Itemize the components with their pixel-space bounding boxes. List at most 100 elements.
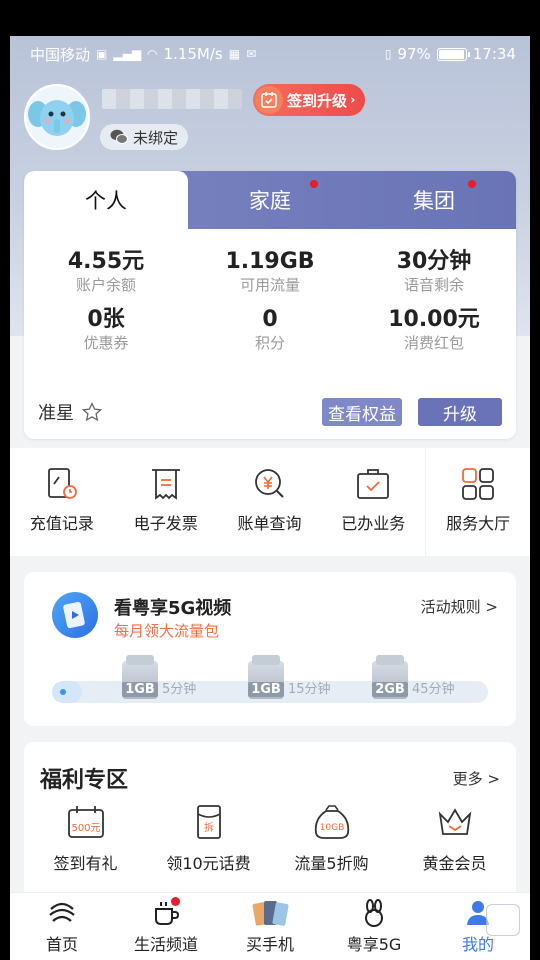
- chevron-right-icon: ›: [350, 92, 356, 108]
- battery-icon: [436, 47, 470, 61]
- stat-value: 30分钟: [396, 249, 472, 274]
- gift-box-icon: 2GB: [372, 655, 408, 699]
- welfare-item-gold-member[interactable]: 黄金会员: [393, 804, 516, 874]
- reward-milestone[interactable]: 2GB 45分钟: [372, 655, 455, 699]
- handled-business-icon: [357, 469, 390, 499]
- nav-life-channel[interactable]: 生活频道: [114, 893, 218, 960]
- stat-label: 可用流量: [239, 276, 300, 294]
- tab-personal[interactable]: 个人: [24, 171, 188, 229]
- tab-family[interactable]: 家庭: [188, 171, 352, 229]
- quick-action-bill-query[interactable]: 账单查询: [218, 448, 322, 556]
- welfare-item-signin-gift[interactable]: 500元 签到有礼: [24, 804, 147, 874]
- upgrade-button[interactable]: 升级: [418, 398, 502, 426]
- service-hall-icon: [462, 468, 494, 500]
- welfare-label: 领10元话费: [166, 854, 251, 873]
- progress-start-marker: [52, 681, 82, 703]
- battery-percent: 97%: [397, 45, 431, 63]
- phones-icon: [252, 901, 289, 926]
- gift-box-icon: 1GB: [122, 655, 158, 699]
- nav-5g[interactable]: 粤享5G: [322, 893, 426, 960]
- welfare-item-phone-credit[interactable]: 拆 领10元话费: [147, 804, 270, 874]
- notification-dot: [468, 180, 476, 188]
- gift-box-icon: 1GB: [248, 655, 284, 699]
- stat-coupons[interactable]: 0张 优惠券: [24, 307, 188, 353]
- quick-action-invoice[interactable]: 电子发票: [114, 448, 218, 556]
- elephant-avatar-icon: [26, 86, 88, 148]
- stat-voice[interactable]: 30分钟 语音剩余: [352, 249, 516, 295]
- stat-label: 优惠券: [83, 334, 129, 352]
- quick-action-service-hall[interactable]: 服务大厅: [425, 448, 530, 556]
- quick-action-label: 电子发票: [133, 514, 198, 533]
- nav-home[interactable]: 首页: [10, 893, 114, 960]
- quick-action-label: 账单查询: [237, 514, 302, 533]
- welfare-item-data-discount[interactable]: 10GB 流量5折购: [270, 804, 393, 874]
- app-screen: 中国移动 ▣ ▂▄▆ ◠ 1.15M/s ▦ ✉ ▯ 97% 17:34 签到升…: [10, 36, 530, 960]
- data-bag-icon: 10GB: [314, 805, 349, 839]
- nav-label: 买手机: [245, 935, 294, 954]
- nav-label: 粤享5G: [346, 935, 402, 954]
- quick-action-label: 已办业务: [341, 514, 406, 533]
- bill-query-icon: [255, 469, 285, 498]
- invoice-icon: [151, 469, 180, 500]
- video-promo-card[interactable]: 看粤享5G视频 每月领大流量包 活动规则 > 1GB 5分钟 1GB 15分钟 …: [24, 572, 516, 726]
- star-outline-icon: [82, 402, 102, 422]
- welfare-section: 福利专区 更多 > 500元 签到有礼 拆 领10元话费 10GB 流量5折购 …: [24, 742, 516, 902]
- welfare-more-link[interactable]: 更多 >: [453, 768, 500, 789]
- wechat-icon: [110, 129, 128, 144]
- wifi-icon: ◠: [147, 47, 158, 61]
- stat-value: 0张: [87, 307, 125, 332]
- quick-action-recharge-record[interactable]: 充值记录: [10, 448, 114, 556]
- reward-milestone[interactable]: 1GB 15分钟: [248, 655, 331, 699]
- stat-label: 账户余额: [75, 276, 136, 294]
- crown-icon: [438, 808, 471, 835]
- signin-upgrade-label: 签到升级: [287, 91, 348, 110]
- activity-rules-link[interactable]: 活动规则 >: [421, 596, 498, 617]
- milestone-data: 1GB: [248, 682, 284, 697]
- nav-label: 首页: [45, 935, 78, 954]
- welfare-label: 黄金会员: [422, 854, 487, 873]
- hd-icon: ▣: [96, 47, 108, 61]
- red-envelope-icon: 拆: [196, 805, 221, 839]
- stat-red-packet[interactable]: 10.00元 消费红包: [352, 307, 516, 353]
- signal-icon: ▂▄▆: [113, 47, 142, 61]
- tab-personal-label: 个人: [85, 189, 127, 213]
- avatar[interactable]: [24, 84, 90, 150]
- quick-action-label: 充值记录: [29, 514, 94, 533]
- nav-buy-phone[interactable]: 买手机: [218, 893, 322, 960]
- signin-upgrade-button[interactable]: 签到升级 ›: [253, 84, 366, 116]
- calendar-gift-icon: 500元: [67, 806, 104, 838]
- membership-bar: 准星 查看权益 升级: [24, 385, 516, 439]
- tab-group-label: 集团: [413, 189, 455, 213]
- member-level[interactable]: 准星: [38, 399, 102, 425]
- masked-username: [102, 89, 242, 109]
- reward-milestone[interactable]: 1GB 5分钟: [122, 655, 196, 699]
- notification-dot: [310, 180, 318, 188]
- milestone-minutes: 45分钟: [412, 682, 455, 697]
- view-rights-button[interactable]: 查看权益: [322, 398, 402, 426]
- bind-status-label: 未绑定: [133, 128, 179, 147]
- welfare-label: 签到有礼: [53, 854, 118, 873]
- floating-assist-button[interactable]: [486, 904, 520, 936]
- stat-points[interactable]: 0 积分: [188, 307, 352, 353]
- stat-label: 语音剩余: [403, 276, 464, 294]
- carrier-label: 中国移动: [30, 45, 91, 64]
- reward-progress-track: 1GB 5分钟 1GB 15分钟 2GB 45分钟: [52, 655, 488, 703]
- quick-action-label: 服务大厅: [446, 514, 511, 533]
- wechat-bind-tag[interactable]: 未绑定: [100, 124, 189, 150]
- recharge-record-icon: [47, 468, 77, 499]
- stat-data[interactable]: 1.19GB 可用流量: [188, 249, 352, 295]
- milestone-data: 1GB: [122, 682, 158, 697]
- quick-actions: 充值记录 电子发票 账单查询 已办业务 服务大厅: [10, 448, 530, 556]
- app-notification-icon: ▦: [228, 47, 241, 61]
- stat-value: 0: [262, 307, 278, 332]
- tab-group[interactable]: 集团: [352, 171, 516, 229]
- account-tabs: 个人 家庭 集团: [24, 171, 516, 229]
- promo-title: 看粤享5G视频: [114, 598, 232, 619]
- vibrate-icon: ▯: [384, 47, 392, 61]
- stat-label: 积分: [254, 334, 285, 352]
- quick-action-handled-business[interactable]: 已办业务: [321, 448, 425, 556]
- stat-balance[interactable]: 4.55元 账户余额: [24, 249, 188, 295]
- network-speed: 1.15M/s: [163, 45, 223, 63]
- message-icon: ✉: [246, 47, 257, 61]
- stat-value: 4.55元: [67, 249, 145, 274]
